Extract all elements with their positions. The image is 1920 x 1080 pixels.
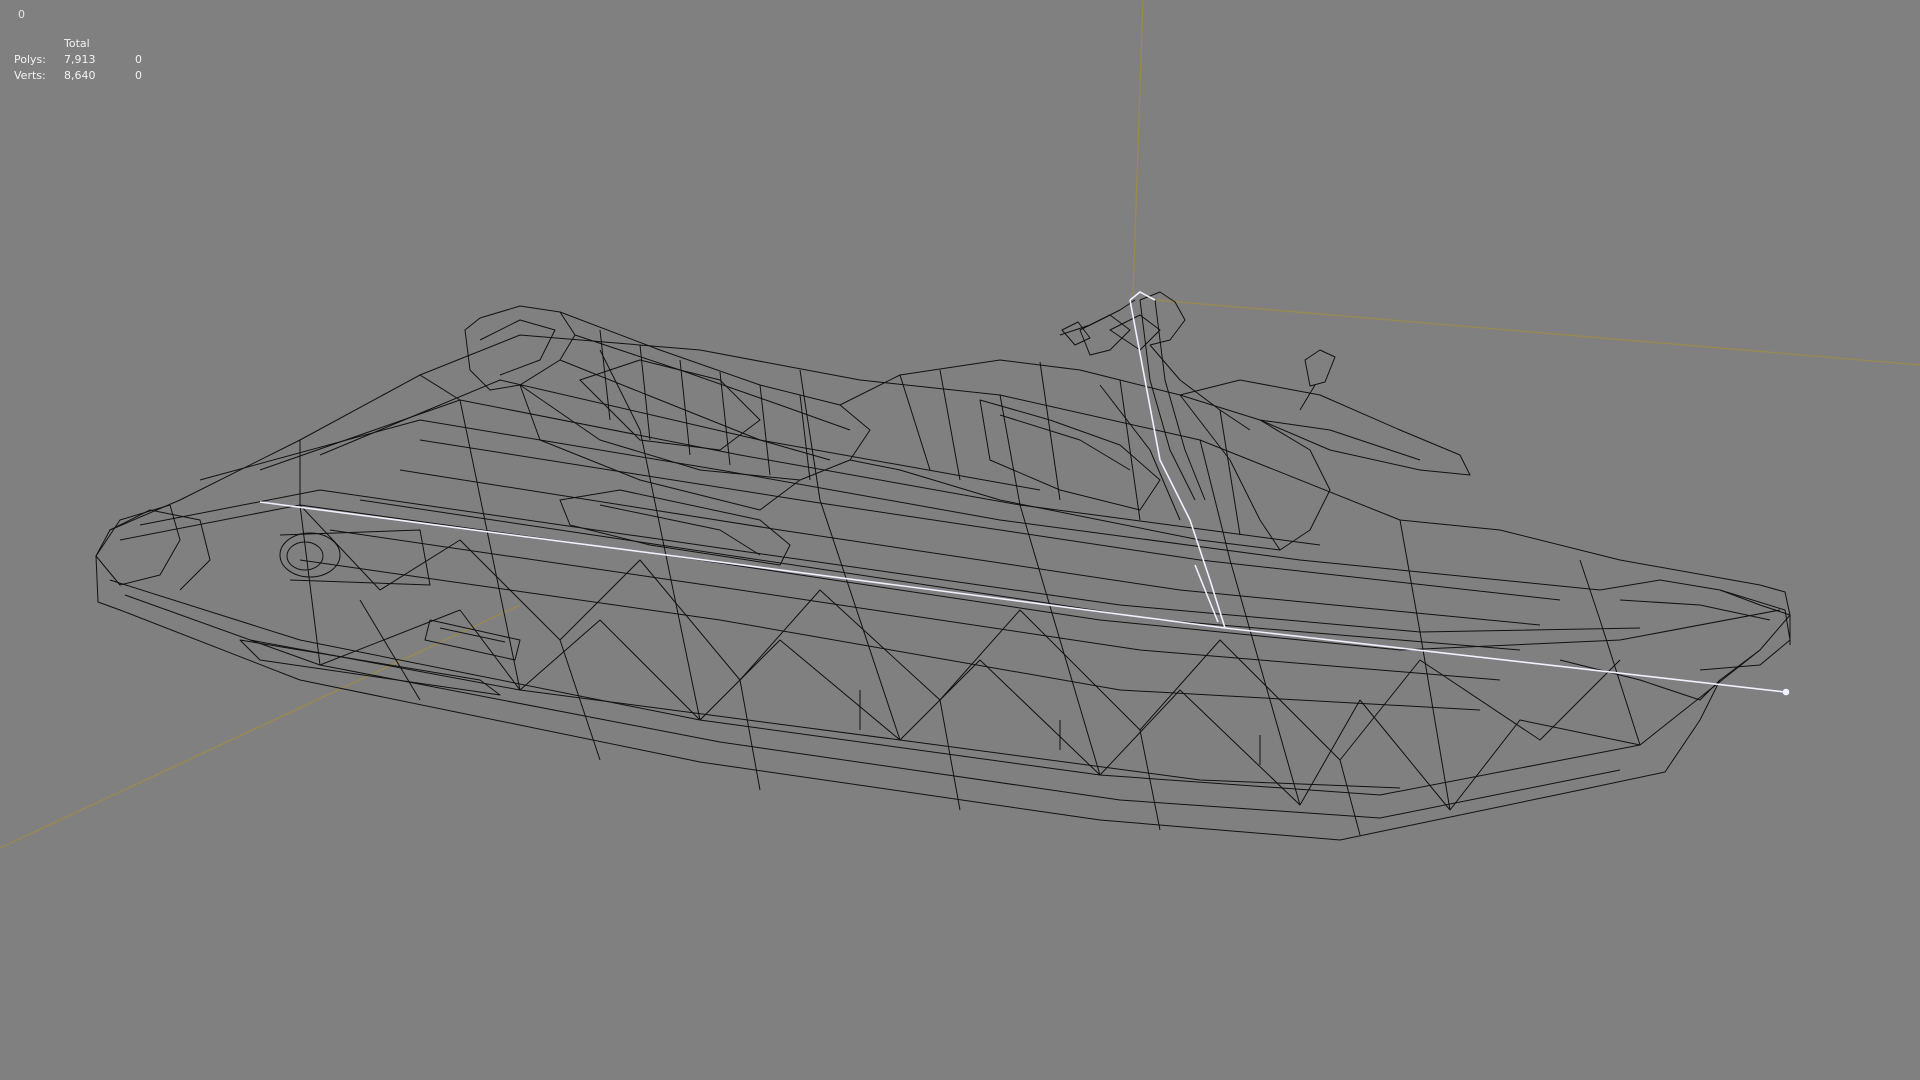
transform-gizmo[interactable] xyxy=(259,291,1790,696)
bow-side xyxy=(1559,659,1721,701)
stats-total-value: 7,913 xyxy=(64,52,96,66)
handlebar-right xyxy=(1139,291,1186,346)
handlebar-mass xyxy=(1079,314,1161,356)
console-lines xyxy=(899,361,1241,536)
hull-section-8 xyxy=(1579,559,1641,746)
seat-side xyxy=(519,384,801,511)
stats-header-total: Total xyxy=(64,36,90,50)
stats-header-blank xyxy=(12,35,62,51)
seat-back-inner xyxy=(479,319,556,376)
perspective-viewport[interactable]: 0 Total Polys: 7,913 0 Verts: 8,640 0 xyxy=(0,0,1920,1080)
stats-selected-value: 0 xyxy=(135,68,142,82)
stats-overlay: Total Polys: 7,913 0 Verts: 8,640 0 xyxy=(12,35,144,83)
deck-edge xyxy=(119,504,1781,651)
stats-total-value: 8,640 xyxy=(64,68,96,82)
stats-selected-value: 0 xyxy=(135,52,142,66)
side-marks xyxy=(859,690,1261,765)
stats-row-polys: Polys: 7,913 0 xyxy=(12,51,144,67)
handlebar-left xyxy=(1059,299,1136,336)
console-body xyxy=(839,359,1331,551)
console-front-2 xyxy=(1099,384,1181,521)
footwell xyxy=(559,489,791,566)
deck-edge-2 xyxy=(139,489,1641,633)
jet-ski-mesh[interactable] xyxy=(95,291,1791,841)
hull-section-1 xyxy=(299,440,321,666)
frame-label: 0 xyxy=(18,8,25,21)
console-panel-2 xyxy=(999,414,1131,471)
windshield-2 xyxy=(1259,419,1421,461)
axis-right xyxy=(1154,299,1920,366)
windshield xyxy=(1179,379,1471,476)
gunwale xyxy=(199,419,1601,591)
hull-chine-2 xyxy=(124,594,1621,819)
deck-line-3 xyxy=(359,499,1521,651)
bow-cap-2 xyxy=(1619,599,1771,621)
console-panel xyxy=(979,399,1161,511)
stern-block-2 xyxy=(109,509,211,591)
steering-linkage xyxy=(1149,344,1251,431)
hull-section-4 xyxy=(799,369,901,741)
hull-section-5 xyxy=(999,394,1101,776)
stats-label: Verts: xyxy=(14,68,46,82)
handlebar-grip-left xyxy=(1061,321,1091,346)
stats-row-verts: Verts: 8,640 0 xyxy=(12,67,144,83)
deck-line-5 xyxy=(299,559,1481,711)
gunwale-3 xyxy=(319,379,1041,491)
seat-back xyxy=(464,305,576,391)
hull-chine-3 xyxy=(249,639,1401,789)
hull-section-6 xyxy=(1199,439,1301,806)
stats-header-selected xyxy=(126,35,144,51)
mirror xyxy=(1304,349,1336,387)
stats-label: Polys: xyxy=(14,52,46,66)
stern-block xyxy=(95,504,181,586)
jet-nozzle xyxy=(279,532,341,578)
gizmo-end-handle xyxy=(1782,688,1790,696)
deck-line-2 xyxy=(399,469,1541,626)
hull-section-7 xyxy=(1399,519,1451,811)
mirror-stem xyxy=(1299,384,1316,411)
seat-top xyxy=(519,311,871,481)
bow-cap xyxy=(1599,579,1791,671)
deck-line-1 xyxy=(419,439,1561,601)
hull-tris-b xyxy=(299,504,1621,761)
viewport-canvas[interactable] xyxy=(0,0,1920,1080)
hull-chine-1 xyxy=(109,579,1761,796)
stats-header-row: Total xyxy=(12,35,144,51)
bow-nose xyxy=(1719,589,1791,645)
axis-vertical xyxy=(1132,0,1144,296)
